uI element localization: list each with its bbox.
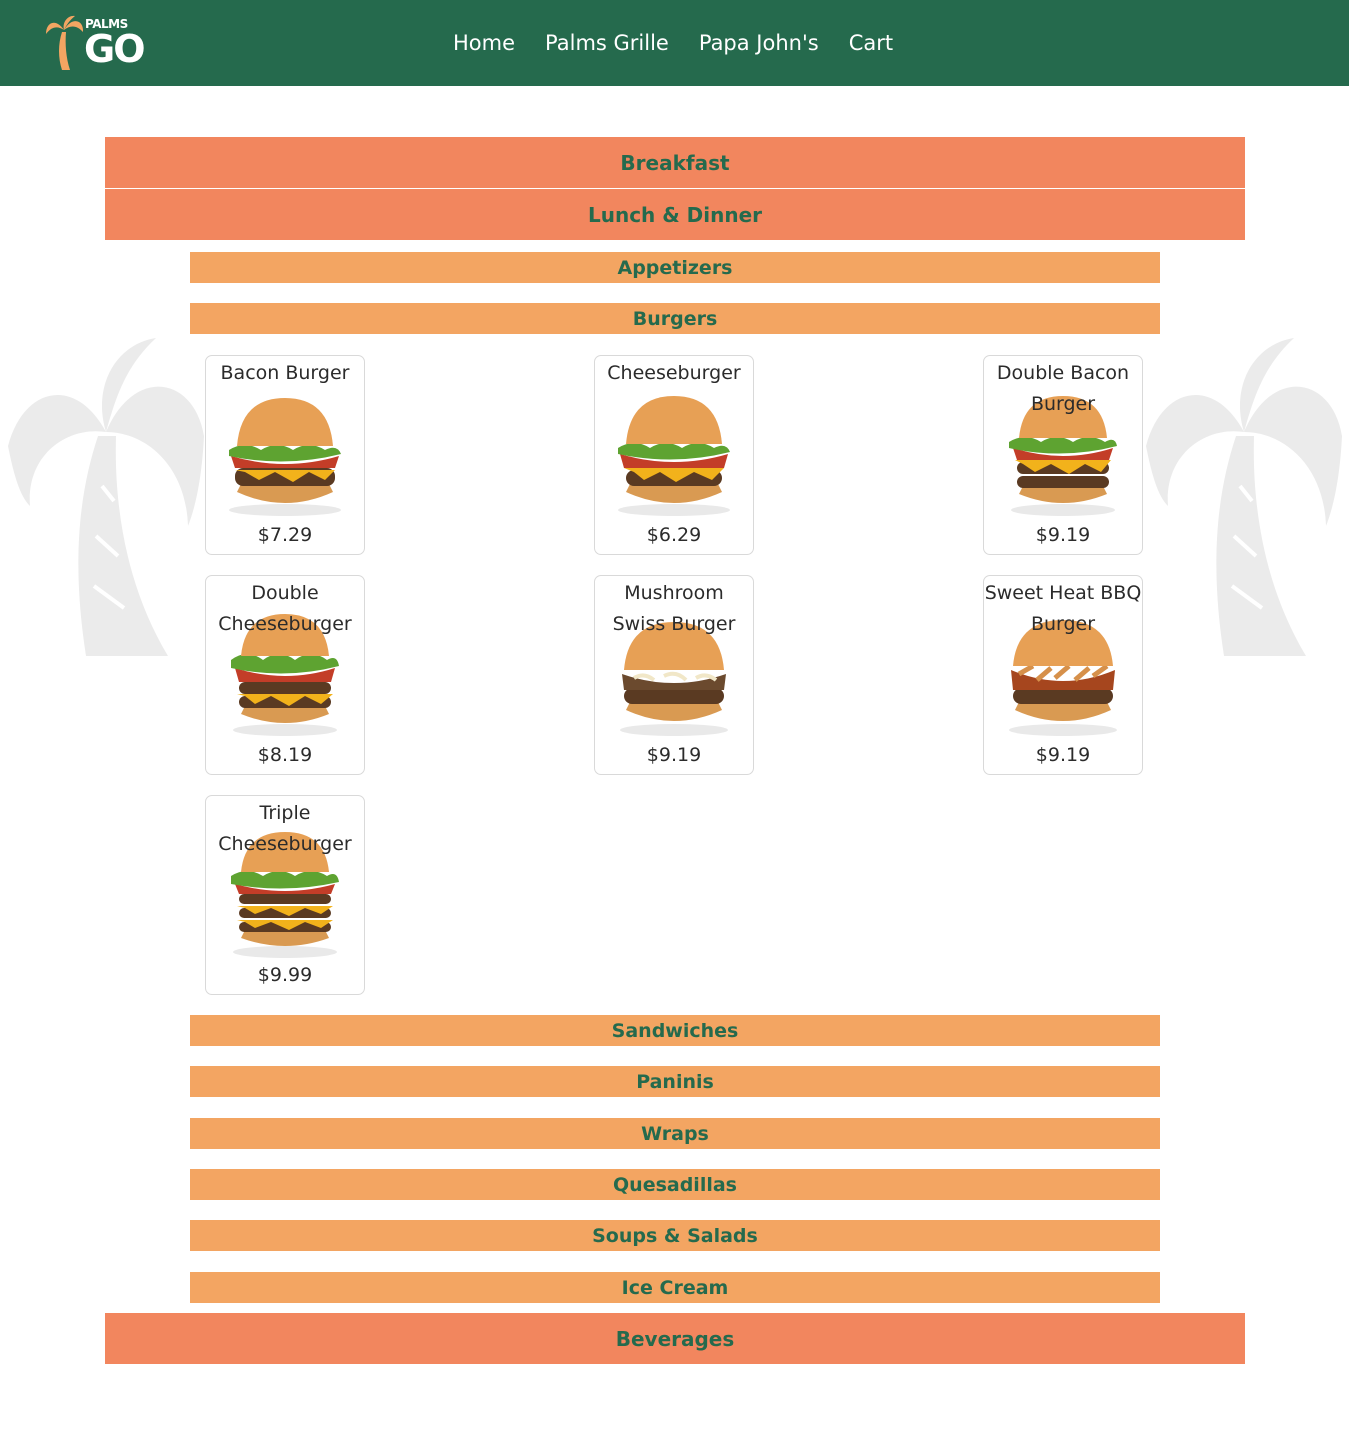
nav-papa-johns-link[interactable]: Papa John's xyxy=(699,31,819,55)
nav-home-link[interactable]: Home xyxy=(453,31,515,55)
subcategory-ice-cream[interactable]: Ice Cream xyxy=(190,1272,1160,1303)
subcategory-burgers[interactable]: Burgers xyxy=(190,303,1160,334)
main-nav: Home Palms Grille Papa John's Cart xyxy=(438,0,908,86)
menu-item-name: Double Cheeseburger xyxy=(218,582,352,635)
top-navigation-bar: PALMS GO Home Palms Grille Papa John's C… xyxy=(0,0,1349,86)
menu-item-name: Sweet Heat BBQ Burger xyxy=(984,582,1142,635)
menu-item-name: Bacon Burger xyxy=(220,362,350,384)
logo-main-text: GO xyxy=(84,27,145,71)
palm-tree-logo-icon xyxy=(46,15,84,70)
menu-item-price: $9.19 xyxy=(1035,524,1091,546)
burger-image-icon xyxy=(618,396,730,516)
subcategory-soups-salads[interactable]: Soups & Salads xyxy=(190,1220,1160,1251)
menu-item-card[interactable]: Bacon Burger $7.29 xyxy=(205,355,365,555)
category-beverages[interactable]: Beverages xyxy=(105,1313,1245,1364)
menu-item-price: $7.29 xyxy=(257,524,313,546)
nav-cart-link[interactable]: Cart xyxy=(849,31,893,55)
palms-go-logo[interactable]: PALMS GO xyxy=(44,12,145,74)
subcategory-quesadillas[interactable]: Quesadillas xyxy=(190,1169,1160,1200)
menu-item-name: Triple Cheeseburger xyxy=(218,802,352,855)
menu-item-name: Mushroom Swiss Burger xyxy=(612,582,736,635)
menu-item-price: $6.29 xyxy=(646,524,702,546)
nav-palms-grille-link[interactable]: Palms Grille xyxy=(545,31,669,55)
category-breakfast[interactable]: Breakfast xyxy=(105,137,1245,188)
subcategory-paninis[interactable]: Paninis xyxy=(190,1066,1160,1097)
subcategory-sandwiches[interactable]: Sandwiches xyxy=(190,1015,1160,1046)
background-palm-tree-icon xyxy=(1146,338,1342,656)
menu-item-card[interactable]: Double Cheeseburger $8.19 xyxy=(205,575,365,775)
menu-item-card[interactable]: Double Bacon Burger $9.19 xyxy=(983,355,1143,555)
menu-item-card[interactable]: Triple Cheeseburger $9.99 xyxy=(205,795,365,995)
menu-item-price: $8.19 xyxy=(257,744,313,766)
subcategory-appetizers[interactable]: Appetizers xyxy=(190,252,1160,283)
menu-item-price: $9.99 xyxy=(257,964,313,986)
subcategory-wraps[interactable]: Wraps xyxy=(190,1118,1160,1149)
menu-item-card[interactable]: Cheeseburger $6.29 xyxy=(594,355,754,555)
menu-item-name: Cheeseburger xyxy=(607,362,741,384)
burger-image-icon xyxy=(229,398,341,516)
menu-item-price: $9.19 xyxy=(1035,744,1091,766)
menu-item-card[interactable]: Sweet Heat BBQ Burger $9.19 xyxy=(983,575,1143,775)
background-palm-tree-icon xyxy=(8,338,204,656)
category-lunch-dinner[interactable]: Lunch & Dinner xyxy=(105,189,1245,240)
menu-item-card[interactable]: Mushroom Swiss Burger $9.19 xyxy=(594,575,754,775)
menu-item-name: Double Bacon Burger xyxy=(996,362,1130,415)
menu-item-price: $9.19 xyxy=(646,744,702,766)
